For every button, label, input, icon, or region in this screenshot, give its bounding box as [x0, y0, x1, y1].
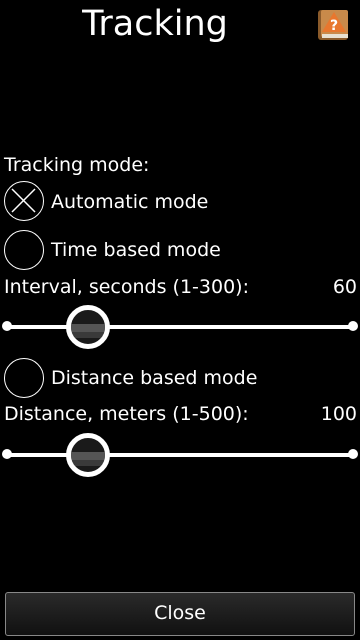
- slider-track: [6, 325, 354, 329]
- svg-text:?: ?: [330, 18, 338, 34]
- time-based-mode-label[interactable]: Time based mode: [51, 238, 221, 262]
- slider-track: [6, 453, 354, 457]
- automatic-mode-label[interactable]: Automatic mode: [51, 190, 208, 214]
- distance-based-mode-label[interactable]: Distance based mode: [51, 366, 257, 390]
- automatic-mode-radio[interactable]: [4, 181, 44, 221]
- interval-slider[interactable]: [2, 303, 358, 351]
- slider-start-cap: [2, 449, 12, 459]
- slider-end-cap: [348, 321, 358, 331]
- distance-value: 100: [320, 403, 357, 425]
- close-button[interactable]: Close: [5, 592, 355, 636]
- help-book-icon: ?: [318, 10, 348, 40]
- time-based-mode-radio[interactable]: [4, 230, 44, 270]
- slider-thumb[interactable]: [66, 305, 110, 349]
- interval-value: 60: [332, 276, 357, 298]
- distance-label: Distance, meters (1-500):: [4, 403, 249, 425]
- interval-label: Interval, seconds (1-300):: [4, 276, 249, 298]
- tracking-mode-label: Tracking mode:: [4, 154, 150, 176]
- help-button[interactable]: ?: [314, 4, 354, 44]
- page-title: Tracking: [82, 4, 228, 44]
- checked-x-icon: [11, 188, 36, 213]
- distance-based-mode-radio[interactable]: [4, 358, 44, 398]
- slider-start-cap: [2, 321, 12, 331]
- distance-slider[interactable]: [2, 431, 358, 479]
- slider-thumb[interactable]: [66, 433, 110, 477]
- slider-end-cap: [348, 449, 358, 459]
